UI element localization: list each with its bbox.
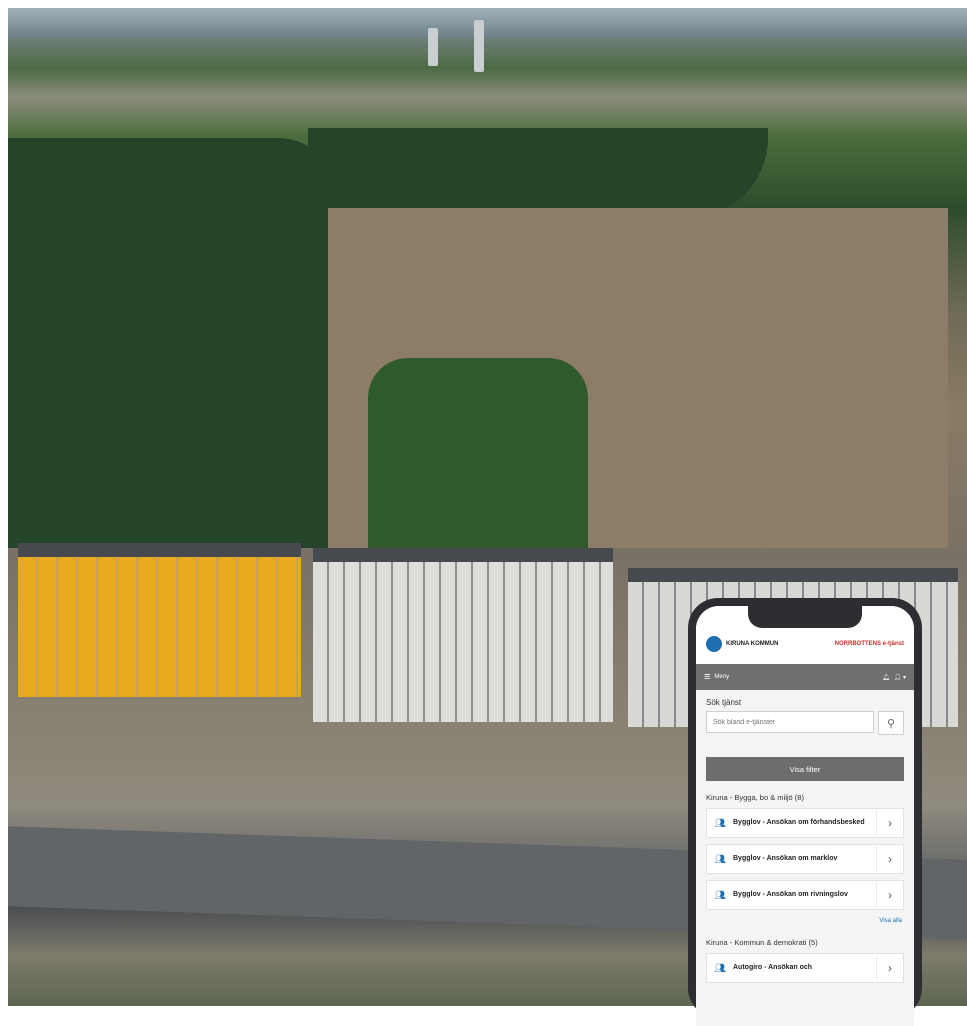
service-title: Bygglov - Ansökan om rivningslov	[733, 891, 848, 898]
search-icon[interactable]: ⚲	[878, 711, 904, 735]
brand-logo: NORRBOTTENS e-tjänst	[834, 640, 904, 647]
forest-right	[308, 128, 768, 218]
hamburger-icon[interactable]: ≡	[704, 672, 710, 683]
people-icon: 👥︎	[714, 817, 726, 828]
category-title: Kiruna - Kommun & demokrati (5)	[706, 938, 818, 947]
phone-notch	[748, 606, 862, 628]
chevron-right-icon[interactable]: ›	[876, 955, 903, 981]
building-middle	[313, 548, 613, 722]
people-icon: 👥︎	[714, 962, 726, 973]
kiruna-logo-icon[interactable]	[706, 636, 722, 652]
show-filter-button[interactable]: Visa filter	[706, 757, 904, 781]
category-title: Kiruna - Bygga, bo & miljö (8)	[706, 793, 804, 802]
chevron-right-icon[interactable]: ›	[876, 846, 903, 872]
search-input[interactable]	[706, 711, 874, 733]
phone-screen: KIRUNA KOMMUN NORRBOTTENS e-tjänst ≡ Men…	[696, 606, 914, 1026]
chevron-right-icon[interactable]: ›	[876, 810, 903, 836]
service-item[interactable]: 👥︎ Autogiro - Ansökan och ›	[706, 953, 904, 983]
search-section: Sök tjänst ⚲	[696, 690, 914, 735]
search-label: Sök tjänst	[706, 698, 742, 707]
service-title: Bygglov - Ansökan om förhandsbesked	[733, 819, 865, 826]
chimney-right	[474, 20, 484, 72]
chimney-left	[428, 28, 438, 66]
forest-left	[8, 138, 338, 548]
chevron-right-icon[interactable]: ›	[876, 882, 903, 908]
show-all-link[interactable]: Visa alla	[696, 916, 914, 924]
service-title: Bygglov - Ansökan om marklov	[733, 855, 838, 862]
people-icon: 👥︎	[714, 853, 726, 864]
user-icon[interactable]: 👤︎ ▾	[894, 674, 906, 681]
building-yellow	[18, 543, 301, 697]
forest-center	[368, 358, 588, 548]
people-icon: 👥︎	[714, 889, 726, 900]
kommun-name: KIRUNA KOMMUN	[726, 641, 779, 647]
menu-label[interactable]: Meny	[714, 674, 729, 680]
smartphone-mockup: KIRUNA KOMMUN NORRBOTTENS e-tjänst ≡ Men…	[688, 598, 922, 1026]
service-item[interactable]: 👥︎ Bygglov - Ansökan om förhandsbesked ›	[706, 808, 904, 838]
menu-bar: ≡ Meny 🔔︎ 👤︎ ▾	[696, 664, 914, 690]
service-title: Autogiro - Ansökan och	[733, 964, 813, 971]
search-row: ⚲	[706, 711, 904, 735]
service-item[interactable]: 👥︎ Bygglov - Ansökan om rivningslov ›	[706, 880, 904, 910]
notification-icon[interactable]: 🔔︎	[882, 674, 890, 681]
horizon	[8, 8, 967, 38]
service-item[interactable]: 👥︎ Bygglov - Ansökan om marklov ›	[706, 844, 904, 874]
